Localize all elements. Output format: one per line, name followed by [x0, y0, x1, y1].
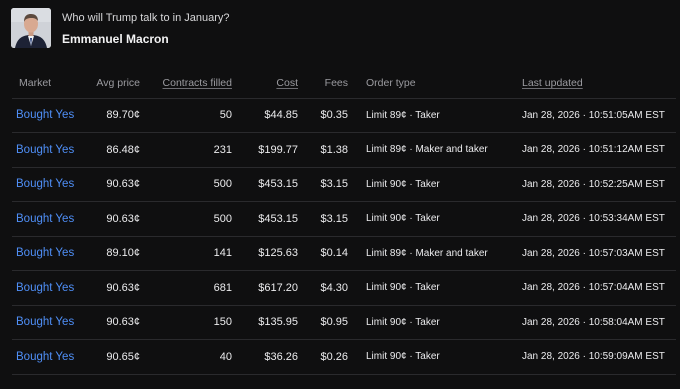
table-row: Bought Yes 90.63¢ 681 $617.20 $4.30 Limi…	[12, 270, 676, 306]
column-header-contracts-filled[interactable]: Contracts filled	[140, 68, 232, 99]
column-header-order-type: Order type	[348, 68, 500, 99]
fills-table: Market Avg price Contracts filled Cost F…	[12, 68, 676, 375]
table-row: Bought Yes 90.65¢ 40 $36.26 $0.26 Limit …	[12, 339, 676, 375]
market-link[interactable]: Bought Yes	[12, 167, 82, 202]
avg-price-cell: 90.65¢	[82, 339, 140, 375]
avg-price-cell: 90.63¢	[82, 305, 140, 340]
last-updated-cell: Jan 28, 2026 · 10:57:03AM EST	[500, 236, 676, 271]
avg-price-cell: 90.63¢	[82, 270, 140, 306]
market-link[interactable]: Bought Yes	[12, 132, 82, 168]
order-type-cell: Limit 89¢ · Taker	[348, 98, 500, 133]
cost-cell: $44.85	[232, 98, 298, 133]
contracts-cell: 681	[140, 270, 232, 306]
order-type-cell: Limit 89¢ · Maker and taker	[348, 236, 500, 271]
last-updated-cell: Jan 28, 2026 · 10:59:09AM EST	[500, 339, 676, 375]
cost-cell: $36.26	[232, 339, 298, 375]
last-updated-cell: Jan 28, 2026 · 10:51:05AM EST	[500, 98, 676, 133]
trade-history-page: Who will Trump talk to in January? Emman…	[0, 0, 680, 389]
order-type-cell: Limit 90¢ · Taker	[348, 339, 500, 375]
avg-price-cell: 90.63¢	[82, 167, 140, 202]
column-header-last-updated-label: Last updated	[522, 76, 583, 89]
order-type-cell: Limit 90¢ · Taker	[348, 201, 500, 237]
fees-cell: $3.15	[298, 167, 348, 202]
table-row: Bought Yes 90.63¢ 500 $453.15 $3.15 Limi…	[12, 201, 676, 237]
table-row: Bought Yes 90.63¢ 150 $135.95 $0.95 Limi…	[12, 305, 676, 340]
contracts-cell: 50	[140, 98, 232, 133]
market-header: Who will Trump talk to in January? Emman…	[11, 8, 230, 48]
order-type-cell: Limit 90¢ · Taker	[348, 305, 500, 340]
cost-cell: $199.77	[232, 132, 298, 168]
last-updated-cell: Jan 28, 2026 · 10:53:34AM EST	[500, 201, 676, 237]
avatar	[11, 8, 51, 48]
table-row: Bought Yes 86.48¢ 231 $199.77 $1.38 Limi…	[12, 132, 676, 168]
cost-cell: $453.15	[232, 167, 298, 202]
table-row: Bought Yes 89.70¢ 50 $44.85 $0.35 Limit …	[12, 98, 676, 133]
contracts-cell: 231	[140, 132, 232, 168]
market-question: Who will Trump talk to in January?	[62, 12, 230, 24]
market-answer: Emmanuel Macron	[62, 32, 169, 46]
cost-cell: $617.20	[232, 270, 298, 306]
column-header-last-updated[interactable]: Last updated	[500, 68, 676, 99]
fees-cell: $1.38	[298, 132, 348, 168]
column-header-contracts-filled-label: Contracts filled	[162, 76, 232, 89]
last-updated-cell: Jan 28, 2026 · 10:52:25AM EST	[500, 167, 676, 202]
last-updated-cell: Jan 28, 2026 · 10:51:12AM EST	[500, 132, 676, 168]
order-type-cell: Limit 90¢ · Taker	[348, 167, 500, 202]
market-link[interactable]: Bought Yes	[12, 270, 82, 306]
market-link[interactable]: Bought Yes	[12, 339, 82, 375]
cost-cell: $453.15	[232, 201, 298, 237]
header-titles: Who will Trump talk to in January? Emman…	[62, 11, 230, 46]
contracts-cell: 141	[140, 236, 232, 271]
fees-cell: $0.26	[298, 339, 348, 375]
fees-cell: $0.35	[298, 98, 348, 133]
contracts-cell: 500	[140, 201, 232, 237]
market-link[interactable]: Bought Yes	[12, 201, 82, 237]
fees-cell: $0.95	[298, 305, 348, 340]
contracts-cell: 150	[140, 305, 232, 340]
contracts-cell: 500	[140, 167, 232, 202]
fees-cell: $0.14	[298, 236, 348, 271]
contracts-cell: 40	[140, 339, 232, 375]
column-header-cost-label: Cost	[276, 76, 298, 89]
column-header-fees: Fees	[298, 68, 348, 99]
portrait-image	[11, 8, 51, 48]
market-link[interactable]: Bought Yes	[12, 305, 82, 340]
last-updated-cell: Jan 28, 2026 · 10:58:04AM EST	[500, 305, 676, 340]
column-header-avg-price: Avg price	[82, 68, 140, 99]
fees-cell: $4.30	[298, 270, 348, 306]
market-link[interactable]: Bought Yes	[12, 236, 82, 271]
avg-price-cell: 89.70¢	[82, 98, 140, 133]
table-row: Bought Yes 89.10¢ 141 $125.63 $0.14 Limi…	[12, 236, 676, 271]
market-link[interactable]: Bought Yes	[12, 98, 82, 133]
order-type-cell: Limit 90¢ · Taker	[348, 270, 500, 306]
column-header-cost[interactable]: Cost	[232, 68, 298, 99]
fees-cell: $3.15	[298, 201, 348, 237]
table-row: Bought Yes 90.63¢ 500 $453.15 $3.15 Limi…	[12, 167, 676, 202]
column-header-market: Market	[12, 68, 82, 99]
cost-cell: $135.95	[232, 305, 298, 340]
avg-price-cell: 86.48¢	[82, 132, 140, 168]
last-updated-cell: Jan 28, 2026 · 10:57:04AM EST	[500, 270, 676, 306]
avg-price-cell: 89.10¢	[82, 236, 140, 271]
cost-cell: $125.63	[232, 236, 298, 271]
avg-price-cell: 90.63¢	[82, 201, 140, 237]
order-type-cell: Limit 89¢ · Maker and taker	[348, 132, 500, 168]
table-header-row: Market Avg price Contracts filled Cost F…	[12, 68, 676, 99]
